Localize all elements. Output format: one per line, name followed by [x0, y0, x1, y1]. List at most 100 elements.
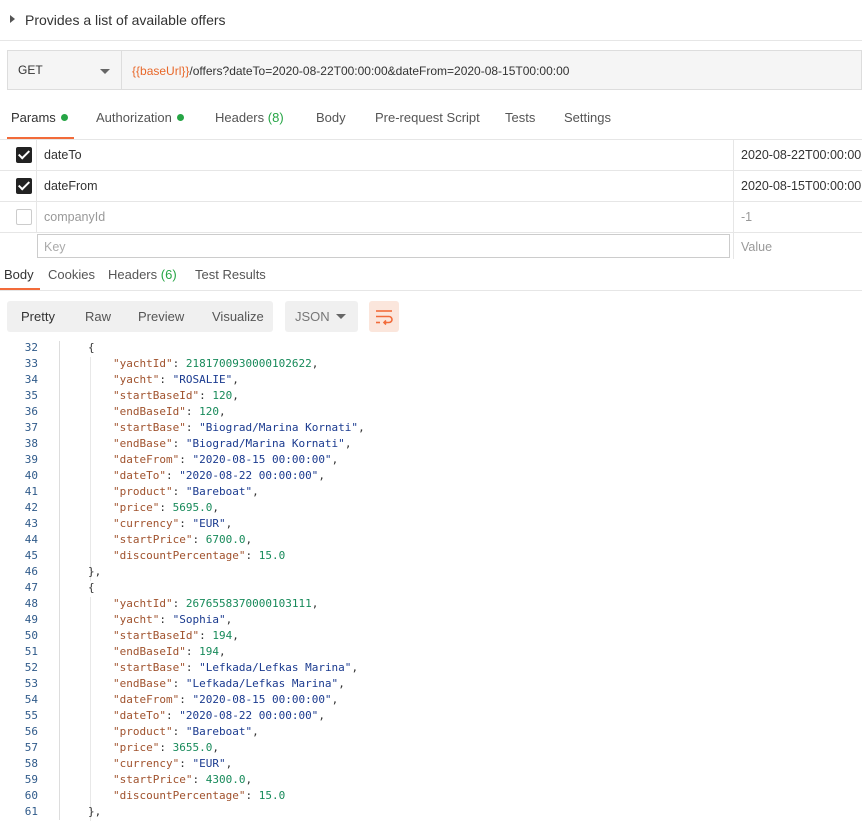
json-comma: ,	[218, 405, 226, 418]
wrap-lines-icon	[376, 310, 393, 326]
json-value: 120	[199, 405, 219, 418]
json-value: "Biograd/Marina Kornati"	[199, 421, 359, 434]
json-value: "EUR"	[192, 517, 226, 530]
code-line: "currency": "EUR",	[113, 517, 232, 530]
param-value[interactable]: 2020-08-15T00:00:00	[741, 179, 861, 193]
json-colon: :	[185, 405, 200, 418]
json-colon: :	[172, 485, 186, 498]
code-line: {	[88, 581, 95, 594]
visualize-button[interactable]: Visualize	[212, 309, 264, 324]
json-value: 5695.0	[172, 501, 213, 514]
json-key: "product"	[113, 725, 173, 738]
code-line: "startPrice": 4300.0,	[113, 773, 252, 786]
tab-settings[interactable]: Settings	[564, 110, 611, 125]
json-comma: ,	[338, 677, 345, 690]
response-tab-headers-count: (6)	[160, 267, 177, 282]
code-line: "price": 3655.0,	[113, 741, 219, 754]
preview-button[interactable]: Preview	[138, 309, 184, 324]
param-key[interactable]: dateFrom	[44, 179, 98, 193]
tab-headers[interactable]: Headers (8)	[215, 110, 284, 125]
json-comma: ,	[225, 757, 233, 770]
editor-gutter-divider	[59, 341, 60, 820]
line-number: 55	[24, 709, 38, 722]
param-checkbox[interactable]	[16, 209, 32, 225]
caret-right-icon[interactable]	[10, 15, 15, 23]
url-input[interactable]: {{baseUrl}}/offers?dateTo=2020-08-22T00:…	[121, 50, 862, 90]
line-number: 56	[24, 725, 38, 738]
json-value: 194	[199, 645, 219, 658]
line-number: 42	[24, 501, 38, 514]
param-row: dateFrom 2020-08-15T00:00:00	[0, 171, 862, 202]
param-key[interactable]: companyId	[44, 210, 105, 224]
wrap-lines-button[interactable]	[369, 301, 399, 332]
json-key: "price"	[113, 501, 160, 514]
column-divider	[733, 171, 734, 202]
json-key: "startPrice"	[113, 533, 193, 546]
json-value: 15.0	[258, 549, 286, 562]
column-divider	[36, 171, 37, 202]
new-param-key-input[interactable]: Key	[37, 234, 730, 258]
line-number: 39	[24, 453, 38, 466]
json-comma: ,	[232, 629, 239, 642]
json-key: "discountPercentage"	[113, 789, 246, 802]
raw-button[interactable]: Raw	[85, 309, 111, 324]
format-select[interactable]: JSON	[285, 301, 358, 332]
json-colon: :	[172, 677, 186, 690]
json-key: "price"	[113, 741, 160, 754]
code-line: "price": 5695.0,	[113, 501, 219, 514]
tab-prerequest-script[interactable]: Pre-request Script	[375, 110, 480, 125]
tab-tests[interactable]: Tests	[505, 110, 535, 125]
json-comma: ,	[232, 389, 239, 402]
param-row: companyId -1	[0, 202, 862, 233]
code-line: "dateFrom": "2020-08-15 00:00:00",	[113, 453, 338, 466]
json-colon: :	[199, 389, 213, 402]
json-comma: ,	[358, 421, 365, 434]
json-key: "yachtId"	[113, 597, 173, 610]
view-mode-toolbar: Pretty Raw Preview Visualize	[7, 301, 273, 332]
chevron-down-icon	[100, 69, 110, 74]
json-key: "startBaseId"	[113, 629, 200, 642]
line-number: 32	[24, 341, 38, 354]
json-value: "2020-08-22 00:00:00"	[179, 469, 319, 482]
json-colon: :	[165, 469, 180, 482]
param-checkbox[interactable]	[16, 178, 32, 194]
json-key: "endBase"	[113, 677, 173, 690]
code-line: "startBaseId": 120,	[113, 389, 239, 402]
new-param-value[interactable]: Value	[741, 240, 772, 254]
line-number: 38	[24, 437, 38, 450]
key-placeholder: Key	[44, 240, 66, 254]
json-comma: ,	[245, 533, 253, 546]
json-value: 120	[212, 389, 233, 402]
tab-body[interactable]: Body	[316, 110, 346, 125]
param-value[interactable]: 2020-08-22T00:00:00	[741, 148, 861, 162]
json-value: "2020-08-15 00:00:00"	[192, 693, 332, 706]
param-value[interactable]: -1	[741, 210, 752, 224]
json-value: 2676558370000103111	[185, 597, 312, 610]
param-checkbox[interactable]	[16, 147, 32, 163]
response-body-editor[interactable]: 32 {33 "yachtId": 2181700930000102622, 34 "y…	[0, 341, 862, 821]
response-tab-body[interactable]: Body	[4, 267, 34, 282]
json-key: "dateFrom"	[113, 453, 180, 466]
param-key[interactable]: dateTo	[44, 148, 82, 162]
json-comma: ,	[311, 357, 319, 370]
url-path: /offers?dateTo=2020-08-22T00:00:00&dateF…	[189, 64, 570, 78]
code-line: "startBaseId": 194,	[113, 629, 239, 642]
method-select[interactable]: GET	[7, 50, 121, 90]
response-tab-cookies[interactable]: Cookies	[48, 267, 95, 282]
pretty-button[interactable]: Pretty	[21, 309, 55, 324]
json-comma: ,	[331, 453, 339, 466]
code-line: "startBase": "Lefkada/Lefkas Marina",	[113, 661, 358, 674]
tab-authorization[interactable]: Authorization	[96, 110, 184, 125]
request-title-bar[interactable]: Provides a list of available offers	[0, 0, 862, 41]
format-label: JSON	[295, 309, 330, 324]
json-colon: :	[192, 533, 206, 546]
json-value: 6700.0	[205, 533, 246, 546]
tab-headers-count: (8)	[267, 110, 284, 125]
json-key: "currency"	[113, 517, 180, 530]
tab-params[interactable]: Params	[11, 110, 68, 125]
json-colon: :	[185, 645, 200, 658]
response-tab-headers[interactable]: Headers (6)	[108, 267, 177, 282]
line-number: 61	[24, 805, 38, 818]
json-value: "Sophia"	[172, 613, 226, 626]
response-tab-test-results[interactable]: Test Results	[195, 267, 266, 282]
